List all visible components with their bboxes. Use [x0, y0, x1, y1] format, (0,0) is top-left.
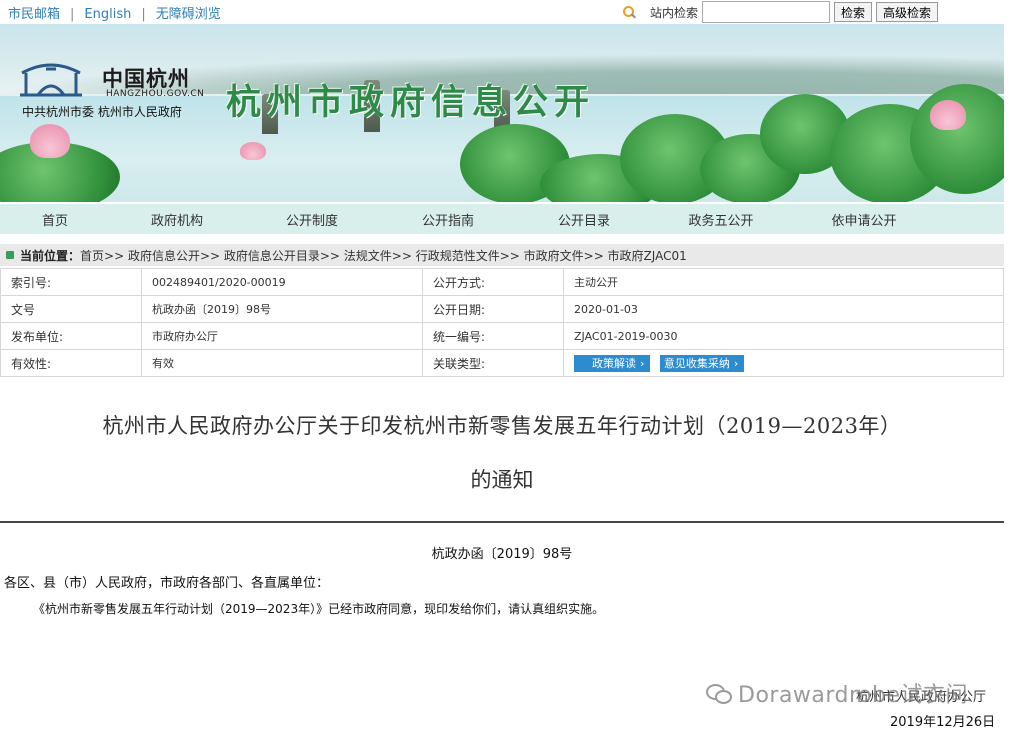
search-area: 站内检索 检索 高级检索 — [622, 1, 942, 23]
table-row: 有效性: 有效 关联类型: 政策解读 › 意见收集采纳 › — [0, 349, 1004, 377]
top-bar: 市民邮箱 | English | 无障碍浏览 站内检索 检索 高级检索 — [0, 0, 1017, 24]
nav-home[interactable]: 首页 — [0, 210, 110, 229]
index-value: 002489401/2020-00019 — [141, 268, 423, 296]
chip-label: 政策解读 — [592, 356, 636, 370]
valid-value: 有效 — [141, 349, 423, 377]
hangzhou-logo-icon — [20, 63, 82, 97]
location-icon — [6, 251, 14, 259]
english-link[interactable]: English — [84, 7, 131, 22]
org-key: 发布单位: — [0, 322, 142, 350]
article-title-line1: 杭州市人民政府办公厅关于印发杭州市新零售发展五年行动计划（2019—2023年） — [102, 414, 902, 438]
breadcrumb: 当前位置： 首页>> 政府信息公开>> 政府信息公开目录>> 法规文件>> 行政… — [0, 244, 1004, 266]
nav-disclosure-catalog[interactable]: 公开目录 — [516, 210, 652, 229]
policy-interpretation-button[interactable]: 政策解读 › — [574, 354, 651, 372]
addressee: 各区、县（市）人民政府，市政府各部门、各直属单位： — [4, 576, 330, 591]
accessibility-link[interactable]: 无障碍浏览 — [156, 7, 221, 22]
opinion-collection-button[interactable]: 意见收集采纳 › — [659, 354, 745, 372]
date-value: 2020-01-03 — [563, 295, 1004, 323]
chevron-right-icon: › — [640, 356, 645, 370]
related-key: 关联类型: — [422, 349, 564, 377]
logo-subtitle: 中共杭州市委 杭州市人民政府 — [22, 105, 182, 119]
signature-date: 2019年12月26日 — [890, 715, 996, 730]
wechat-icon — [706, 684, 732, 704]
table-row: 索引号: 002489401/2020-00019 公开方式: 主动公开 — [0, 268, 1004, 296]
article-title-line2: 的通知 — [470, 468, 534, 492]
top-links: 市民邮箱 | English | 无障碍浏览 — [8, 3, 221, 22]
search-icon — [622, 5, 636, 19]
document-info-table: 索引号: 002489401/2020-00019 公开方式: 主动公开 文号 … — [0, 268, 1004, 377]
body-paragraph: 《杭州市新零售发展五年行动计划（2019—2023年）》已经市政府同意，现印发给… — [33, 602, 605, 616]
site-logo[interactable]: 中国杭州 HANGZHOU.GOV.CN 中共杭州市委 杭州市人民政府 — [16, 59, 216, 119]
docno-key: 文号 — [0, 295, 142, 323]
table-row: 发布单位: 市政府办公厅 统一编号: ZJAC01-2019-0030 — [0, 322, 1004, 350]
lotus-flower — [930, 100, 966, 130]
logo-domain: HANGZHOU.GOV.CN — [106, 89, 205, 99]
method-key: 公开方式: — [422, 268, 564, 296]
mailbox-link[interactable]: 市民邮箱 — [8, 7, 60, 22]
table-row: 文号 杭政办函〔2019〕98号 公开日期: 2020-01-03 — [0, 295, 1004, 323]
search-input[interactable] — [702, 1, 831, 23]
nav-disclosure-guide[interactable]: 公开指南 — [380, 210, 516, 229]
divider: | — [70, 7, 75, 22]
nav-disclosure-system[interactable]: 公开制度 — [244, 210, 380, 229]
divider — [0, 521, 1004, 523]
related-value: 政策解读 › 意见收集采纳 › — [563, 349, 1004, 377]
banner: 中国杭州 HANGZHOU.GOV.CN 中共杭州市委 杭州市人民政府 杭州市政… — [0, 24, 1004, 202]
main-nav: 首页 政府机构 公开制度 公开指南 公开目录 政务五公开 依申请公开 — [0, 204, 1004, 234]
docno-value: 杭政办函〔2019〕98号 — [141, 295, 423, 323]
chip-label: 意见收集采纳 — [663, 356, 730, 370]
divider: | — [141, 7, 146, 22]
nav-five-disclosures[interactable]: 政务五公开 — [652, 210, 790, 229]
nav-request-disclosure[interactable]: 依申请公开 — [790, 210, 938, 229]
search-button[interactable]: 检索 — [834, 2, 873, 22]
watermark-text: Dorawardrobe试衣间 — [738, 683, 969, 708]
breadcrumb-path[interactable]: 首页>> 政府信息公开>> 政府信息公开目录>> 法规文件>> 行政规范性文件>… — [80, 247, 687, 264]
lotus-flower — [30, 124, 70, 158]
nav-government-agencies[interactable]: 政府机构 — [110, 210, 244, 229]
breadcrumb-label: 当前位置： — [20, 248, 81, 263]
watermark: Dorawardrobe试衣间 — [706, 677, 968, 709]
banner-title: 杭州市政府信息公开 — [226, 82, 596, 123]
index-key: 索引号: — [0, 268, 142, 296]
unified-key: 统一编号: — [422, 322, 564, 350]
chevron-right-icon: › — [733, 356, 739, 370]
lotus-flower — [240, 142, 266, 160]
date-key: 公开日期: — [422, 295, 564, 323]
valid-key: 有效性: — [0, 349, 142, 377]
search-label: 站内检索 — [650, 5, 699, 20]
unified-value: ZJAC01-2019-0030 — [563, 322, 1004, 350]
org-value: 市政府办公厅 — [141, 322, 423, 350]
advanced-search-button[interactable]: 高级检索 — [876, 2, 939, 22]
method-value: 主动公开 — [563, 268, 1004, 296]
document-number: 杭政办函〔2019〕98号 — [431, 547, 573, 562]
